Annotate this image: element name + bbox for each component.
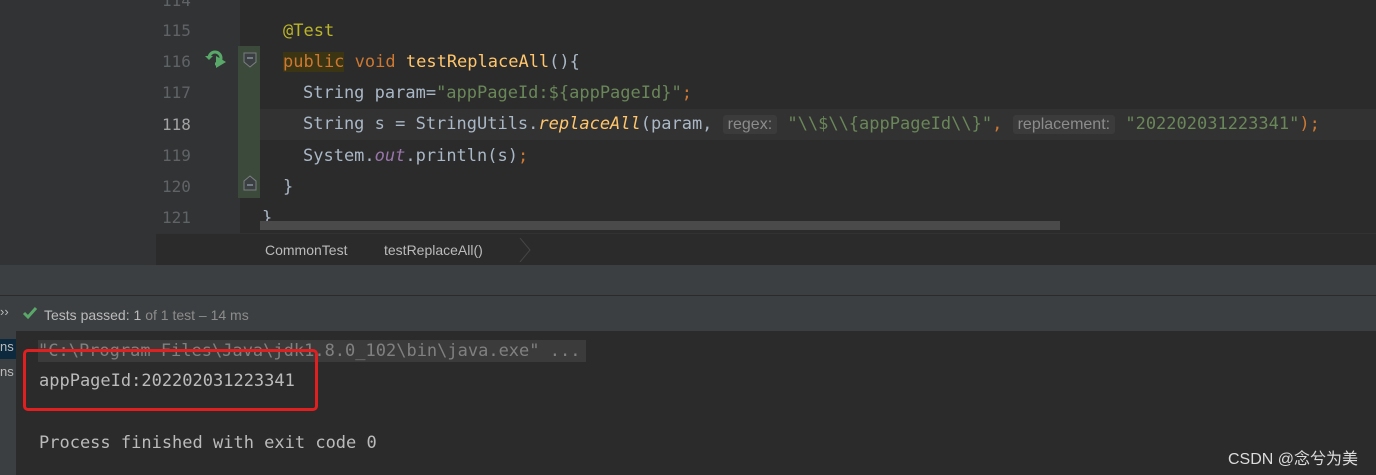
code-line-120[interactable]: }: [283, 177, 293, 197]
semicolon: ;: [517, 146, 529, 166]
of-text: of: [145, 307, 157, 323]
breadcrumb-method[interactable]: testReplaceAll(): [384, 242, 483, 258]
semicolon: ;: [681, 83, 692, 103]
out-field: out: [374, 146, 406, 166]
system-class: System.: [303, 146, 375, 166]
comma: ,: [992, 114, 1003, 134]
keyword-void: void: [354, 52, 396, 72]
passed-count: 1: [133, 307, 142, 323]
total-count: 1 test: [160, 307, 196, 323]
line-number: 121: [162, 208, 191, 227]
static-call: replaceAll: [538, 114, 641, 134]
code-line-119[interactable]: System.out.println(s);: [303, 146, 528, 166]
console-exit-line: Process finished with exit code 0: [39, 433, 377, 453]
project-panel-edge: [0, 0, 156, 265]
keyword-public: public: [283, 52, 345, 72]
line-number: 118: [162, 115, 191, 134]
highlight-box: [23, 349, 318, 411]
code-line-117[interactable]: String param="appPageId:${appPageId}";: [303, 83, 692, 103]
println-call: .println(s): [405, 146, 518, 166]
breadcrumb: CommonTest testReplaceAll(): [156, 233, 1376, 266]
code-line-118[interactable]: String s = StringUtils.replaceAll(param,…: [303, 114, 1320, 135]
run-test-icon[interactable]: [203, 46, 229, 70]
test-status: Tests passed: 1 of 1 test – 14 ms: [44, 307, 249, 323]
line-number: 119: [162, 146, 191, 165]
duration: 14 ms: [210, 307, 249, 323]
argument: (param,: [640, 114, 713, 134]
replacement-literal: "202202031223341": [1125, 114, 1300, 134]
statement-end: );: [1299, 114, 1320, 134]
line-number: 116: [162, 52, 191, 71]
breadcrumb-class[interactable]: CommonTest: [265, 242, 347, 258]
breadcrumb-separator-icon: [519, 238, 531, 262]
fold-marker-icon[interactable]: [243, 52, 257, 68]
check-icon: [22, 307, 38, 320]
method-name: testReplaceAll: [405, 52, 550, 72]
watermark: CSDN @念兮为美: [1227, 451, 1358, 468]
run-toolbar: ›› Tests passed: 1 of 1 test – 14 ms: [0, 296, 1376, 332]
dash: –: [198, 307, 207, 323]
horizontal-scrollbar[interactable]: [260, 221, 1060, 230]
fold-end-marker-icon[interactable]: [243, 175, 257, 191]
param-hint-regex: regex:: [722, 115, 778, 134]
status-label: Tests passed:: [44, 307, 130, 323]
line-number: 117: [162, 83, 191, 102]
test-tree-item[interactable]: ns: [0, 339, 16, 359]
more-chevron-icon[interactable]: ››: [0, 304, 9, 319]
regex-literal: "\\$\\{appPageId\\}": [787, 114, 993, 134]
test-tree-item[interactable]: ns: [0, 364, 16, 379]
line-number: 115: [162, 21, 191, 40]
declaration: String param=: [303, 83, 437, 103]
string-literal: "appPageId:${appPageId}": [436, 83, 682, 103]
panel-divider: [0, 265, 1376, 295]
line-number: 120: [162, 177, 191, 196]
param-hint-replacement: replacement:: [1012, 115, 1116, 134]
declaration: String s = StringUtils.: [303, 114, 539, 134]
method-paren: (){: [549, 52, 580, 72]
code-line-115[interactable]: @Test: [283, 21, 334, 41]
code-line-116[interactable]: public void testReplaceAll(){: [283, 52, 580, 72]
line-number: 114: [162, 0, 191, 10]
annotation: @Test: [283, 21, 335, 41]
